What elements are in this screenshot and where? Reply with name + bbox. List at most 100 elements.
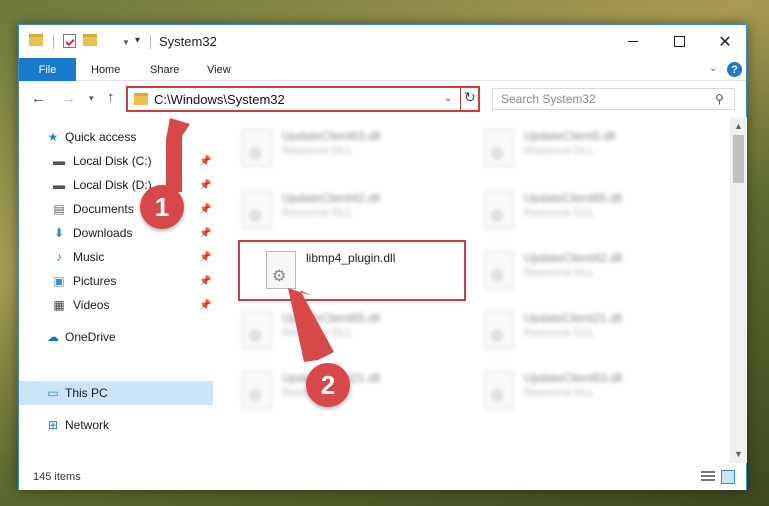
file-type: Resource DLL: [524, 387, 595, 399]
tab-file[interactable]: File: [19, 58, 76, 81]
search-icon[interactable]: ⚲: [715, 92, 724, 106]
scroll-up-icon[interactable]: ▲: [734, 121, 743, 131]
file-item[interactable]: UpdateClient63.dll Resource DLL: [234, 123, 464, 183]
sidebar-item-label: Local Disk (D:): [73, 178, 152, 192]
recent-locations-icon[interactable]: ▾: [89, 93, 94, 104]
file-type: Resource DLL: [282, 327, 353, 339]
pin-icon[interactable]: 📌: [199, 300, 211, 311]
file-item[interactable]: UpdateClient42.dll Resource DLL: [234, 185, 464, 245]
tab-home[interactable]: Home: [91, 58, 120, 81]
sidebar-item-onedrive[interactable]: ☁ OneDrive: [19, 325, 213, 349]
tab-view[interactable]: View: [207, 58, 231, 81]
scroll-down-icon[interactable]: ▼: [734, 449, 743, 459]
address-path[interactable]: C:\Windows\System32: [154, 92, 285, 107]
cloud-icon: ☁: [47, 330, 59, 344]
forward-arrow-icon[interactable]: →: [61, 90, 76, 107]
pin-icon[interactable]: 📌: [199, 276, 211, 287]
ribbon-tabs: File Home Share View ⌄ ?: [19, 58, 746, 81]
vertical-scrollbar[interactable]: ▲ ▼: [730, 117, 747, 463]
sidebar-item-pictures[interactable]: ▣ Pictures 📌: [19, 269, 213, 293]
file-type: Resource DLL: [524, 207, 595, 219]
help-icon[interactable]: ?: [727, 62, 742, 77]
up-arrow-icon[interactable]: ↑: [107, 89, 115, 106]
file-name: UpdateClient42.dll: [524, 251, 623, 265]
pc-icon: ▭: [47, 386, 59, 400]
sidebar-item-label: OneDrive: [65, 330, 116, 344]
file-item[interactable]: UpdateClient5.dll Resource DLL: [476, 123, 706, 183]
close-button[interactable]: ✕: [702, 25, 748, 58]
file-item[interactable]: UpdateClient63.dll Resource DLL: [476, 365, 706, 425]
documents-icon: ▤: [53, 202, 65, 216]
refresh-icon[interactable]: ↻: [464, 89, 476, 106]
dll-file-icon: [242, 129, 272, 167]
sidebar-item-label: Downloads: [73, 226, 133, 240]
sidebar-item-music[interactable]: ♪ Music 📌: [19, 245, 213, 269]
address-bar[interactable]: C:\Windows\System32 ⌄ ↻: [126, 86, 480, 112]
scroll-thumb[interactable]: [733, 135, 744, 183]
properties-icon[interactable]: [63, 34, 76, 48]
divider: [460, 88, 461, 110]
item-count: 145 items: [33, 471, 81, 483]
minimize-button[interactable]: [610, 25, 656, 58]
expand-ribbon-icon[interactable]: ⌄: [709, 63, 717, 74]
folder-icon: [29, 34, 43, 46]
file-item[interactable]: UpdateClient21.dll Resource DLL: [476, 305, 706, 365]
file-type: Resource DLL: [524, 267, 595, 279]
file-item[interactable]: UpdateClient65.dll Resource DLL: [234, 305, 464, 365]
sidebar-item-network[interactable]: ⊞ Network: [19, 413, 213, 437]
pin-icon[interactable]: 📌: [199, 228, 211, 239]
file-name: UpdateClient63.dll: [524, 371, 623, 385]
maximize-button[interactable]: [656, 25, 702, 58]
drive-icon: ▬: [53, 178, 65, 192]
explorer-window: ▼ ▾ System32 ✕ File Home Share View ⌄ ? …: [18, 24, 747, 490]
file-name: UpdateClient65.dll: [282, 311, 381, 325]
sidebar-item-downloads[interactable]: ⬇ Downloads 📌: [19, 221, 213, 245]
dll-file-icon: [266, 251, 296, 289]
sidebar-item-label: Pictures: [73, 274, 117, 288]
navigation-bar: ← → ▾ ↑ C:\Windows\System32 ⌄ ↻ Search S…: [19, 82, 746, 116]
file-name: libmp4_plugin.dll: [306, 251, 396, 265]
file-name: UpdateClient65.dll: [524, 191, 623, 205]
sidebar-item-videos[interactable]: ▦ Videos 📌: [19, 293, 213, 317]
view-options-icon[interactable]: [105, 34, 119, 46]
sidebar-item-local-disk-c[interactable]: ▬ Local Disk (C:) 📌: [19, 149, 213, 173]
sidebar-item-this-pc[interactable]: ▭ This PC: [19, 381, 213, 405]
file-name: UpdateClient63.dll: [282, 129, 381, 143]
customize-toolbar-icon[interactable]: ▾: [135, 35, 140, 46]
title-bar: ▼ ▾ System32 ✕: [19, 25, 746, 58]
divider: [53, 35, 54, 49]
file-list: UpdateClient63.dll Resource DLL UpdateCl…: [214, 117, 730, 463]
search-input[interactable]: Search System32 ⚲: [492, 88, 735, 110]
back-arrow-icon[interactable]: ←: [31, 90, 46, 107]
dll-file-icon: [484, 371, 514, 409]
file-item[interactable]: UpdateClient21.dll Resource DLL: [234, 365, 464, 425]
dll-file-icon: [484, 311, 514, 349]
step-badge-2: 2: [306, 363, 350, 407]
tiles-view-icon[interactable]: [721, 470, 735, 484]
sidebar-item-local-disk-d[interactable]: ▬ Local Disk (D:) 📌: [19, 173, 213, 197]
chevron-down-icon[interactable]: ▼: [122, 38, 130, 47]
new-folder-icon[interactable]: [83, 34, 97, 46]
sidebar-item-quick-access[interactable]: ★ Quick access: [19, 125, 213, 149]
file-type: Resource DLL: [524, 145, 595, 157]
file-name: UpdateClient5.dll: [524, 129, 616, 143]
drive-icon: ▬: [53, 154, 65, 168]
pin-icon[interactable]: 📌: [199, 252, 211, 263]
sidebar-item-label: Local Disk (C:): [73, 154, 152, 168]
chevron-down-icon[interactable]: ⌄: [444, 93, 452, 104]
dll-file-icon: [484, 191, 514, 229]
navigation-pane: ★ Quick access ▬ Local Disk (C:) 📌 ▬ Loc…: [19, 117, 213, 463]
file-item-libmp4-plugin[interactable]: libmp4_plugin.dll: [258, 245, 488, 305]
tab-share[interactable]: Share: [150, 58, 179, 81]
file-item[interactable]: UpdateClient42.dll Resource DLL: [476, 245, 706, 305]
file-item[interactable]: UpdateClient65.dll Resource DLL: [476, 185, 706, 245]
star-icon: ★: [47, 130, 59, 144]
details-view-icon[interactable]: [701, 471, 715, 483]
window-title: System32: [159, 34, 217, 49]
step-badge-1: 1: [140, 185, 184, 229]
pin-icon[interactable]: 📌: [199, 156, 211, 167]
sidebar-item-label: Network: [65, 418, 110, 432]
pin-icon[interactable]: 📌: [199, 180, 211, 191]
pin-icon[interactable]: 📌: [199, 204, 211, 215]
folder-icon: [134, 93, 148, 105]
